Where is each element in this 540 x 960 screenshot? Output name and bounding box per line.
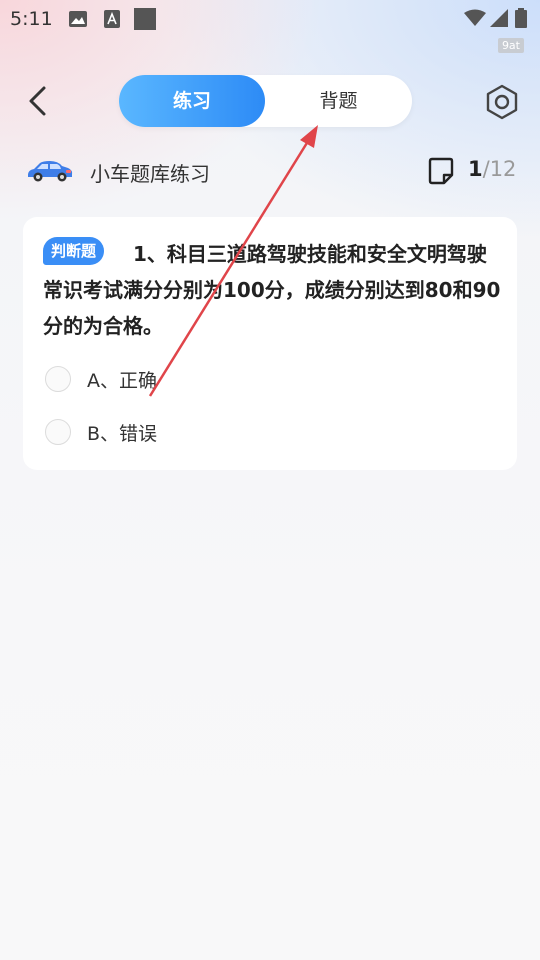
tab-memorize[interactable]: 背题 <box>265 75 412 127</box>
annotation-arrow <box>148 125 318 397</box>
option-a-label: A、正确 <box>87 370 157 392</box>
answer-sheet-icon[interactable] <box>428 157 454 185</box>
option-a-radio[interactable] <box>45 366 71 392</box>
settings-icon[interactable] <box>484 84 520 120</box>
image-notification-icon <box>69 11 87 27</box>
car-icon <box>28 161 73 182</box>
current-question-number: 1 <box>468 157 483 181</box>
app-notification-icon <box>134 8 156 30</box>
question-card: 判断题 1、科目三道路驾驶技能和安全文明驾驶常识考试满分分别为100分，成绩分别… <box>23 217 517 470</box>
option-b[interactable]: B、错误 <box>45 418 345 448</box>
status-bar: 5:11 9at <box>0 0 540 53</box>
question-text: 1、科目三道路驾驶技能和安全文明驾驶常识考试满分分别为100分，成绩分别达到80… <box>43 242 501 338</box>
option-b-radio[interactable] <box>45 419 71 445</box>
option-a[interactable]: A、正确 <box>45 365 345 395</box>
wifi-icon <box>464 9 486 26</box>
status-time: 5:11 <box>10 8 53 30</box>
question-counter[interactable]: 1/12 <box>468 157 516 181</box>
mode-switch: 练习 背题 <box>119 75 412 127</box>
back-arrow-icon[interactable] <box>22 84 56 118</box>
network-label: 9at <box>497 38 524 53</box>
top-bar: 练习 背题 <box>0 74 540 128</box>
battery-icon <box>515 8 527 28</box>
signal-icon <box>490 9 508 27</box>
tab-practice[interactable]: 练习 <box>119 75 265 127</box>
option-b-label: B、错误 <box>87 423 158 445</box>
total-questions: /12 <box>482 157 517 181</box>
bank-title: 小车题库练习 <box>90 162 210 186</box>
text-notification-icon <box>104 10 120 28</box>
question-bank-row: 小车题库练习 1/12 <box>0 152 540 192</box>
